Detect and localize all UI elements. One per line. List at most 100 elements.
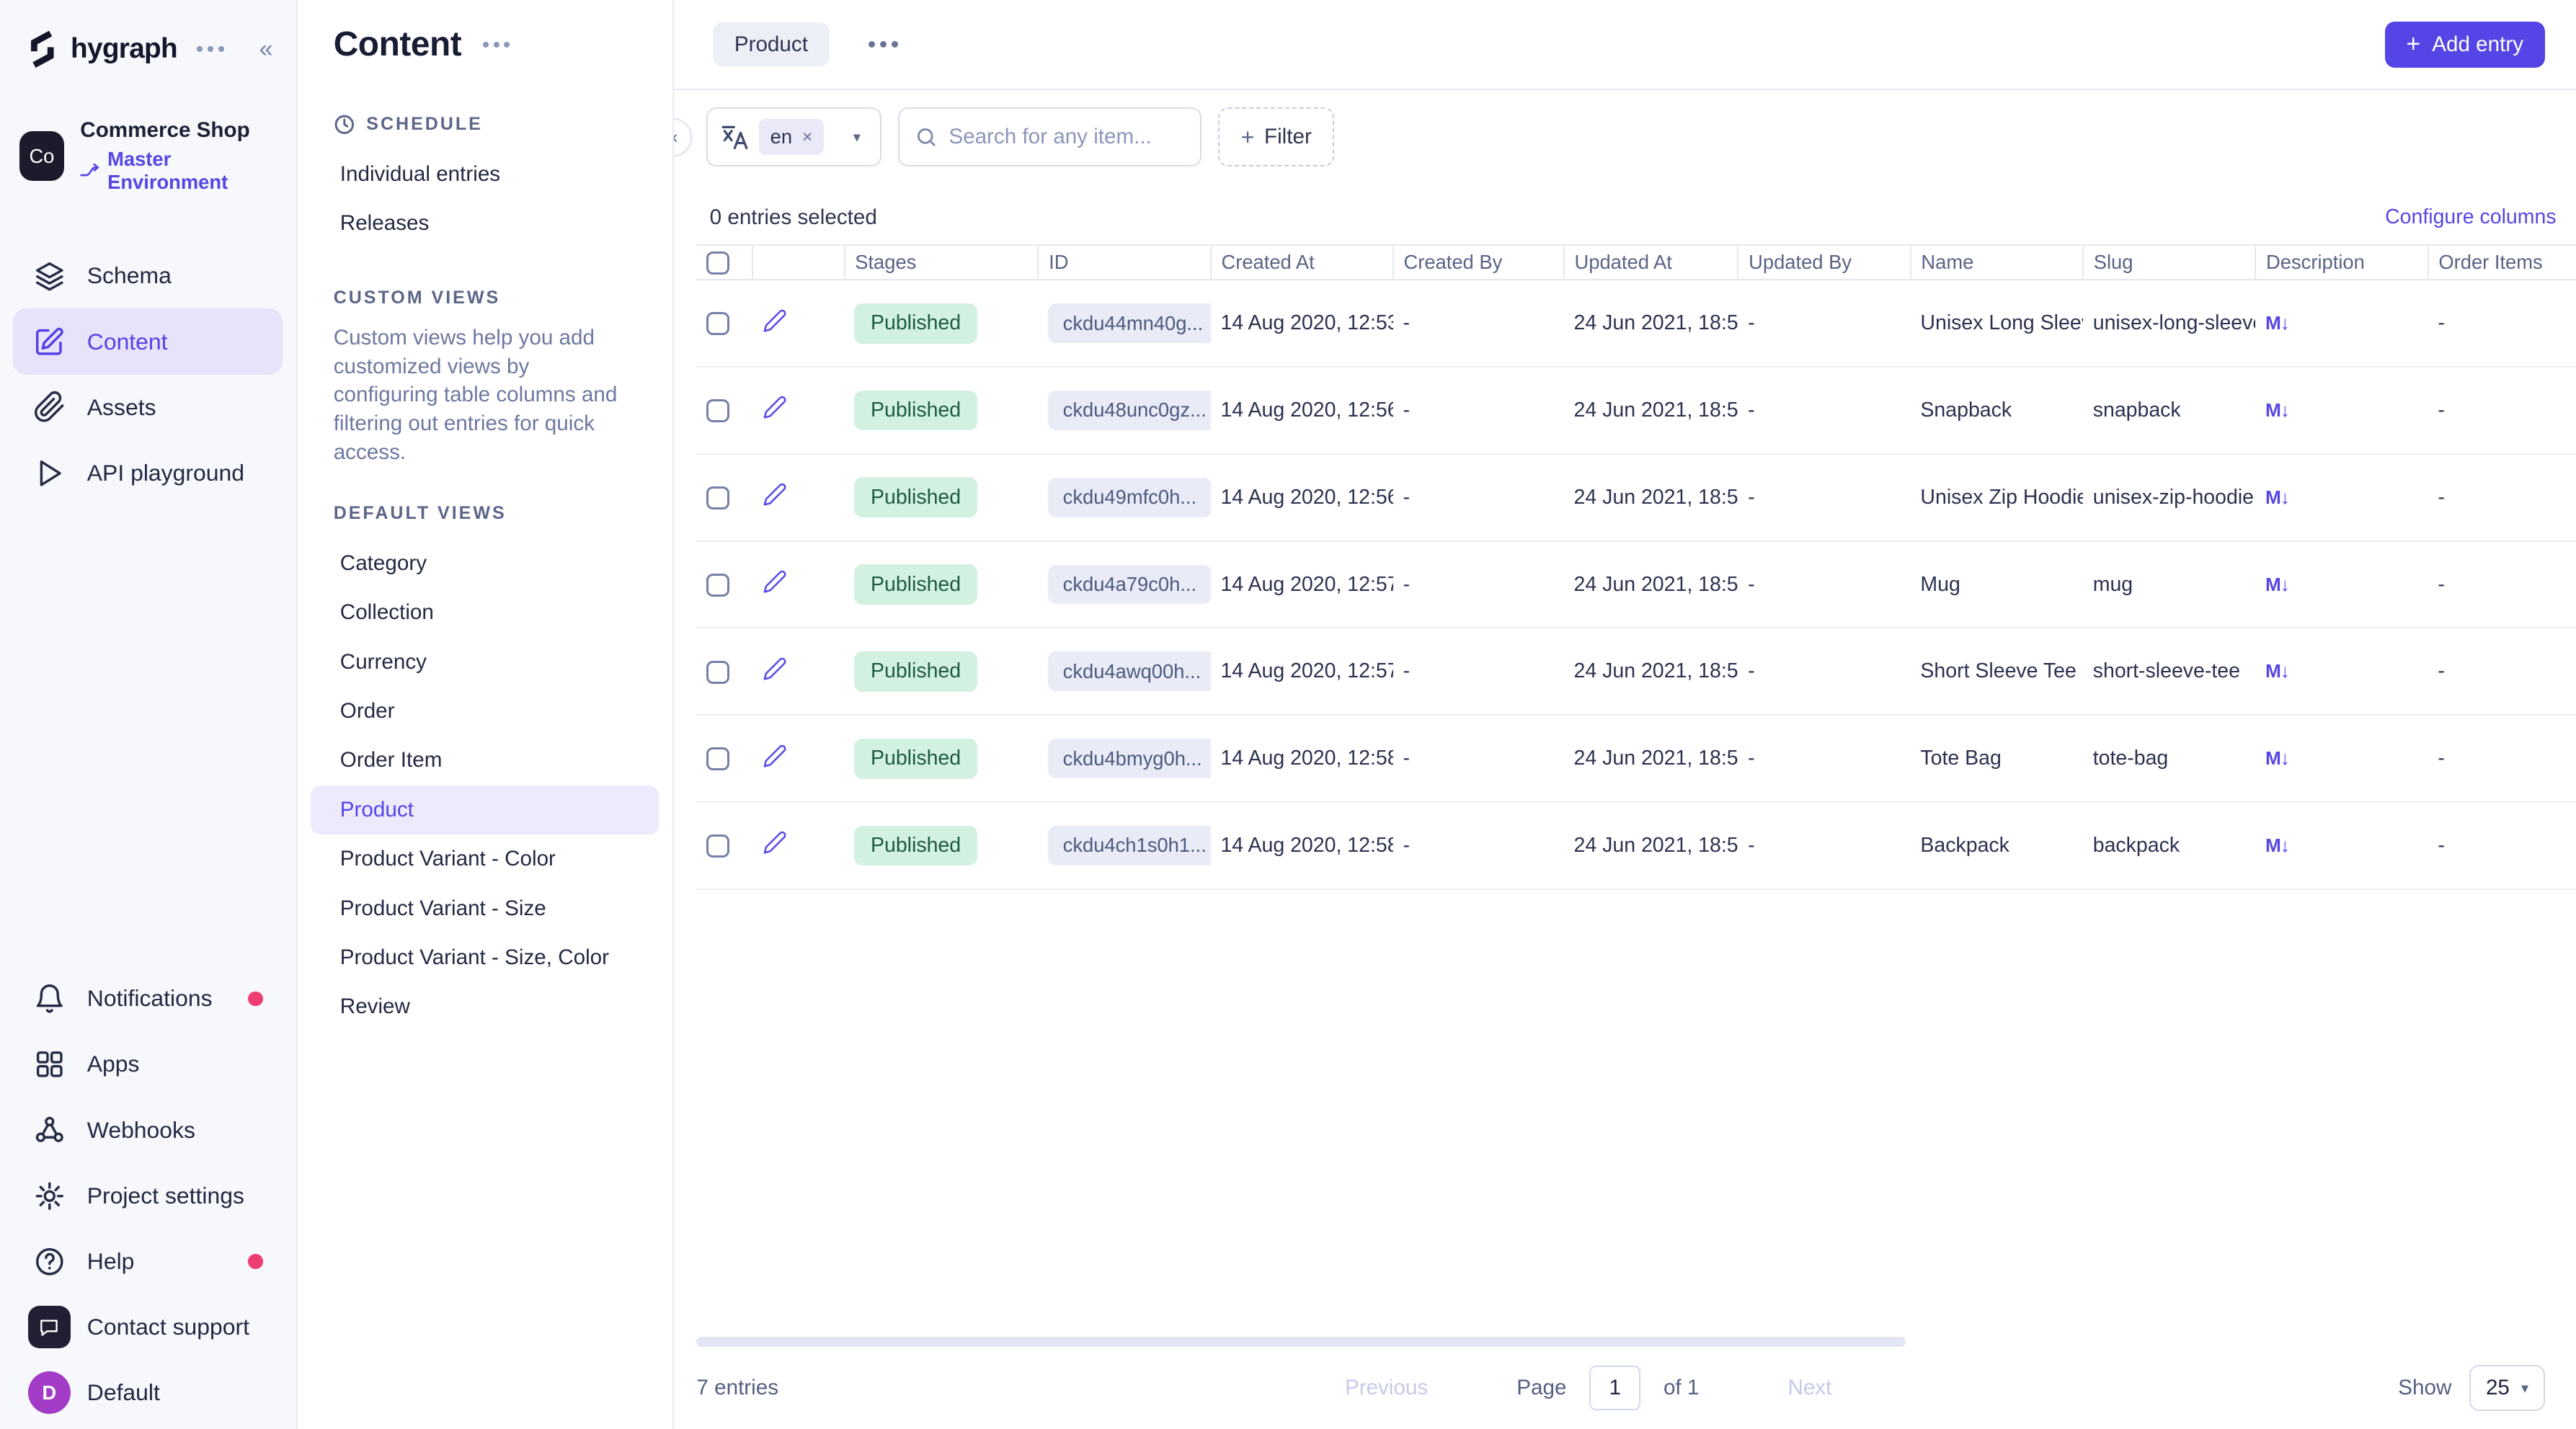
order-items-cell: - xyxy=(2428,715,2576,802)
row-checkbox[interactable] xyxy=(706,486,729,509)
sidebar-nav-item[interactable]: Project settings xyxy=(13,1163,283,1229)
name-cell: Unisex Long Sleeve Tee xyxy=(1911,280,2083,367)
entry-id-chip: ckdu49mfc0h... xyxy=(1048,478,1211,517)
edit-entry-icon[interactable] xyxy=(763,482,787,507)
row-checkbox[interactable] xyxy=(706,574,729,597)
schedule-view-item[interactable]: Individual entries xyxy=(298,150,659,199)
collapse-panel-button[interactable]: « xyxy=(674,118,692,156)
tab-menu-dots-icon[interactable] xyxy=(869,41,898,48)
order-items-cell: - xyxy=(2428,454,2576,541)
table-row[interactable]: Published ckdu48unc0gz... 14 Aug 2020, 1… xyxy=(696,367,2576,454)
edit-entry-icon[interactable] xyxy=(763,308,787,333)
environment-selector[interactable]: Master Environment xyxy=(80,148,276,194)
column-header-order-items[interactable]: Order Items xyxy=(2428,245,2576,280)
row-checkbox[interactable] xyxy=(706,661,729,684)
user-avatar: D xyxy=(28,1371,71,1414)
notification-dot xyxy=(248,1254,263,1269)
default-view-item[interactable]: Category xyxy=(298,539,659,588)
sidebar-nav-item[interactable]: D Default xyxy=(13,1360,283,1425)
table-row[interactable]: Published ckdu4ch1s0h1... 14 Aug 2020, 1… xyxy=(696,802,2576,889)
default-view-item[interactable]: Order Item xyxy=(298,736,659,785)
column-header-created-at[interactable]: Created At xyxy=(1211,245,1393,280)
nav-item-label: Webhooks xyxy=(87,1117,195,1144)
updated-at-cell: 24 Jun 2021, 18:53 xyxy=(1564,280,1738,367)
locale-selector[interactable]: en × ▾ xyxy=(706,107,881,166)
remove-locale-icon[interactable]: × xyxy=(802,127,813,148)
edit-entry-icon[interactable] xyxy=(763,395,787,419)
nav-item-icon xyxy=(33,1113,66,1147)
column-header-updated-by[interactable]: Updated By xyxy=(1738,245,1910,280)
sidebar-collapse-button[interactable]: « xyxy=(259,37,273,61)
edit-entry-icon[interactable] xyxy=(763,569,787,594)
table-row[interactable]: Published ckdu4a79c0h... 14 Aug 2020, 12… xyxy=(696,541,2576,628)
sidebar-nav-item[interactable]: Assets xyxy=(13,375,283,440)
sidebar-nav-item[interactable]: Webhooks xyxy=(13,1098,283,1163)
previous-page-button[interactable]: Previous xyxy=(1345,1376,1428,1400)
page-number-input[interactable] xyxy=(1589,1366,1640,1410)
created-by-cell: - xyxy=(1393,367,1564,454)
horizontal-scrollbar[interactable] xyxy=(696,1337,1906,1347)
sidebar-nav-item[interactable]: Notifications xyxy=(13,966,283,1031)
sidebar-nav-item[interactable]: Schema xyxy=(13,243,283,308)
nav-item-icon xyxy=(33,982,66,1015)
default-view-item[interactable]: Product Variant - Color xyxy=(298,834,659,883)
table-row[interactable]: Published ckdu4awq00h... 14 Aug 2020, 12… xyxy=(696,628,2576,715)
table-row[interactable]: Published ckdu4bmyg0h... 14 Aug 2020, 12… xyxy=(696,715,2576,802)
title-menu-dots-icon[interactable] xyxy=(483,42,510,48)
default-view-item[interactable]: Product Variant - Size, Color xyxy=(298,933,659,982)
entry-id-chip: ckdu4awq00h... xyxy=(1048,651,1211,691)
column-header-description[interactable]: Description xyxy=(2255,245,2428,280)
main-content: Product + Add entry « en × ▾ + Filter 0 … xyxy=(674,0,2576,1429)
stage-badge: Published xyxy=(854,477,977,517)
search-input[interactable] xyxy=(949,125,1183,149)
default-view-item[interactable]: Collection xyxy=(298,588,659,637)
edit-entry-icon[interactable] xyxy=(763,744,787,768)
sidebar-nav-item[interactable]: Content xyxy=(13,308,283,374)
locale-dropdown-caret[interactable]: ▾ xyxy=(834,109,880,165)
row-checkbox[interactable] xyxy=(706,312,729,335)
slug-cell: mug xyxy=(2083,541,2255,628)
row-checkbox[interactable] xyxy=(706,747,729,770)
order-items-cell: - xyxy=(2428,280,2576,367)
entry-id-chip: ckdu44mn40g... xyxy=(1048,303,1211,343)
edit-entry-icon[interactable] xyxy=(763,656,787,681)
select-all-checkbox[interactable] xyxy=(706,251,729,275)
column-header-slug[interactable]: Slug xyxy=(2083,245,2255,280)
secondary-nav: Notifications Apps Webhooks xyxy=(0,966,296,1429)
entries-count: 7 entries xyxy=(696,1376,778,1400)
column-header-name[interactable]: Name xyxy=(1911,245,2083,280)
schedule-view-item[interactable]: Releases xyxy=(298,199,659,248)
select-all-header[interactable] xyxy=(696,245,752,280)
add-entry-button[interactable]: + Add entry xyxy=(2385,22,2545,68)
sidebar-nav-item[interactable]: Apps xyxy=(13,1031,283,1097)
default-view-item[interactable]: Product xyxy=(311,785,659,834)
table-row[interactable]: Published ckdu49mfc0h... 14 Aug 2020, 12… xyxy=(696,454,2576,541)
default-view-item[interactable]: Currency xyxy=(298,637,659,686)
default-view-item[interactable]: Review xyxy=(298,982,659,1031)
column-header-id[interactable]: ID xyxy=(1038,245,1210,280)
column-header-updated-at[interactable]: Updated At xyxy=(1564,245,1738,280)
tab-product[interactable]: Product xyxy=(713,22,829,66)
chevron-down-icon: ▾ xyxy=(2521,1379,2528,1397)
name-cell: Snapback xyxy=(1911,367,2083,454)
app-sidebar: hygraph « Co Commerce Shop Master Enviro… xyxy=(0,0,298,1429)
next-page-button[interactable]: Next xyxy=(1787,1376,1831,1400)
configure-columns-link[interactable]: Configure columns xyxy=(2385,205,2557,229)
logo-menu-dots-icon[interactable] xyxy=(197,46,224,52)
table-row[interactable]: Published ckdu44mn40g... 14 Aug 2020, 12… xyxy=(696,280,2576,367)
table-footer: 7 entries Previous Page of 1 Next Show 2… xyxy=(674,1357,2576,1429)
row-checkbox[interactable] xyxy=(706,399,729,422)
page-size-select[interactable]: 25 ▾ xyxy=(2469,1365,2544,1411)
sidebar-nav-item[interactable]: Contact support xyxy=(13,1294,283,1360)
default-view-item[interactable]: Order xyxy=(298,687,659,736)
add-filter-button[interactable]: + Filter xyxy=(1218,107,1334,166)
column-header-stages[interactable]: Stages xyxy=(845,245,1039,280)
edit-entry-icon[interactable] xyxy=(763,830,787,855)
name-cell: Backpack xyxy=(1911,802,2083,889)
sidebar-nav-item[interactable]: Help xyxy=(13,1229,283,1294)
column-header-created-by[interactable]: Created By xyxy=(1393,245,1564,280)
nav-item-label: API playground xyxy=(87,460,244,486)
sidebar-nav-item[interactable]: API playground xyxy=(13,440,283,506)
default-view-item[interactable]: Product Variant - Size xyxy=(298,883,659,932)
row-checkbox[interactable] xyxy=(706,834,729,858)
